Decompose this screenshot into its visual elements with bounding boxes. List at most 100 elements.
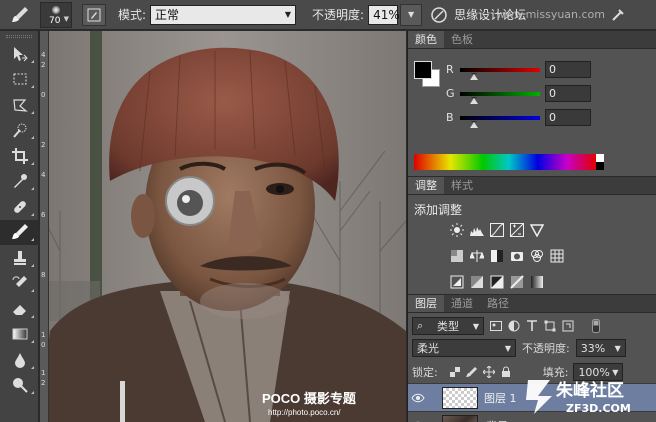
green-slider-thumb[interactable] <box>470 96 478 104</box>
tool-marquee[interactable] <box>0 67 39 93</box>
mode-value: 正常 <box>155 8 180 22</box>
tab-styles[interactable]: 样式 <box>444 177 480 194</box>
filter-toggle-switch[interactable] <box>590 319 602 333</box>
brush-preset-picker[interactable]: 70 ▼ <box>40 1 72 28</box>
red-slider[interactable] <box>460 67 540 80</box>
tab-channels[interactable]: 通道 <box>444 295 480 312</box>
exposure-icon[interactable] <box>510 223 524 237</box>
lock-position-button[interactable] <box>482 366 495 378</box>
lock-all-button[interactable] <box>500 366 512 378</box>
opacity-dropdown[interactable]: ▼ <box>400 3 423 26</box>
filter-type-layer-button[interactable] <box>526 320 538 332</box>
right-panel-dock: 颜色 色板 R 0 G 0 B 0 调整 样式 添加调整 图层 通道 路径 ⌕ … <box>407 31 656 422</box>
tab-adjustments[interactable]: 调整 <box>408 177 444 194</box>
tool-clone-stamp[interactable] <box>0 245 39 271</box>
layer-opacity-field[interactable]: 33% ▼ <box>575 339 626 357</box>
layer-filter-row: ⌕ 类型 ▼ <box>412 317 602 335</box>
black-white-icon[interactable] <box>490 249 504 263</box>
tool-eyedropper[interactable] <box>0 169 39 195</box>
tab-color[interactable]: 颜色 <box>408 31 444 48</box>
tool-dodge[interactable] <box>0 373 39 399</box>
lasso-icon <box>12 99 28 112</box>
red-slider-thumb[interactable] <box>470 72 478 80</box>
document-canvas[interactable]: POCO 摄影专题 http://photo.poco.cn/ <box>40 31 406 422</box>
healing-brush-icon <box>13 200 26 213</box>
posterize-icon[interactable] <box>470 275 484 289</box>
blue-slider-thumb[interactable] <box>470 120 478 128</box>
vertical-ruler: 4 2 0 2 4 6 8 1 0 1 2 <box>40 31 49 422</box>
layers-panel-tabs: 图层 通道 路径 <box>408 295 656 313</box>
blend-mode-value: 柔光 <box>417 342 439 355</box>
adjustment-row-2 <box>450 249 564 263</box>
quick-select-icon <box>12 123 26 138</box>
green-slider[interactable] <box>460 91 540 104</box>
gradient-map-icon[interactable] <box>530 275 544 289</box>
tool-gradient[interactable] <box>0 322 39 348</box>
blend-mode-select[interactable]: 柔光 ▼ <box>412 339 516 357</box>
mode-select[interactable]: 正常 ▼ <box>150 4 297 25</box>
tool-move[interactable] <box>0 41 39 67</box>
tool-brush[interactable] <box>0 219 39 245</box>
tool-quick-select[interactable] <box>0 118 39 144</box>
tablet-pressure-opacity-icon <box>431 6 447 23</box>
layer-name[interactable]: 图层 1 <box>484 390 517 406</box>
filter-shape-layer-button[interactable] <box>544 320 556 332</box>
blue-slider[interactable] <box>460 115 540 128</box>
brush-panel-toggle[interactable] <box>82 3 106 26</box>
brush-icon <box>11 224 28 240</box>
tab-layers[interactable]: 图层 <box>408 295 444 312</box>
tool-lasso[interactable] <box>0 92 39 118</box>
foreground-color-swatch[interactable] <box>414 61 432 79</box>
filter-adjustment-layer-button[interactable] <box>508 320 520 332</box>
tool-healing[interactable] <box>0 194 39 220</box>
tool-eraser[interactable] <box>0 296 39 322</box>
opacity-field[interactable]: 41% <box>368 4 400 25</box>
blur-icon <box>14 352 25 368</box>
channel-mixer-icon[interactable] <box>530 249 544 263</box>
poco-watermark-url: http://photo.poco.cn/ <box>268 408 341 417</box>
red-value-field[interactable]: 0 <box>545 61 591 78</box>
vibrance-icon[interactable] <box>530 223 544 237</box>
move-arrows-icon <box>482 366 495 378</box>
toolbar-grip[interactable] <box>0 31 38 41</box>
tab-paths[interactable]: 路径 <box>480 295 516 312</box>
eye-icon <box>411 393 425 402</box>
adjustments-panel-tabs: 调整 样式 <box>408 177 656 195</box>
tablet-pressure-opacity-button[interactable] <box>428 4 450 26</box>
photo-filter-icon[interactable] <box>510 249 524 263</box>
threshold-icon[interactable] <box>490 275 504 289</box>
tool-history-brush[interactable] <box>0 271 39 297</box>
tool-crop[interactable] <box>0 143 39 169</box>
layer-filter-kind-select[interactable]: ⌕ 类型 ▼ <box>412 317 484 335</box>
layer-thumbnail <box>442 414 478 422</box>
tab-swatches[interactable]: 色板 <box>444 31 480 48</box>
curves-icon[interactable] <box>490 223 504 237</box>
options-bar: 70 ▼ 模式: 正常 ▼ 不透明度: 41% ▼ 思缘设计论坛 www.mis… <box>0 0 656 30</box>
blue-slider-row: B 0 <box>446 109 591 128</box>
black-white-swatch[interactable] <box>596 154 604 170</box>
color-balance-icon[interactable] <box>470 249 484 263</box>
green-value-field[interactable]: 0 <box>545 85 591 102</box>
airbrush-button[interactable] <box>607 4 629 26</box>
lock-image-pixels-button[interactable] <box>465 366 478 378</box>
chevron-down-icon: ▼ <box>284 10 292 19</box>
filter-smart-object-button[interactable] <box>562 320 574 332</box>
invert-icon[interactable] <box>450 275 464 289</box>
layer-visibility-toggle[interactable] <box>408 393 428 403</box>
ruler-mark: 1 <box>41 369 46 377</box>
filter-pixel-layer-button[interactable] <box>490 320 502 332</box>
tool-preset-picker[interactable] <box>0 0 40 30</box>
lock-transparent-pixels-button[interactable] <box>449 366 461 378</box>
color-spectrum-bar[interactable] <box>414 154 604 170</box>
blue-value-field[interactable]: 0 <box>545 109 591 126</box>
layer-name[interactable]: 背景 <box>484 418 506 422</box>
tool-blur[interactable] <box>0 347 39 373</box>
color-lookup-icon[interactable] <box>550 249 564 263</box>
selective-color-icon[interactable] <box>510 275 524 289</box>
brightness-contrast-icon[interactable] <box>450 223 464 237</box>
levels-icon[interactable] <box>470 223 484 237</box>
move-icon <box>13 46 28 62</box>
ruler-mark: 4 <box>41 51 46 59</box>
crop-icon <box>11 147 28 164</box>
hue-saturation-icon[interactable] <box>450 249 464 263</box>
